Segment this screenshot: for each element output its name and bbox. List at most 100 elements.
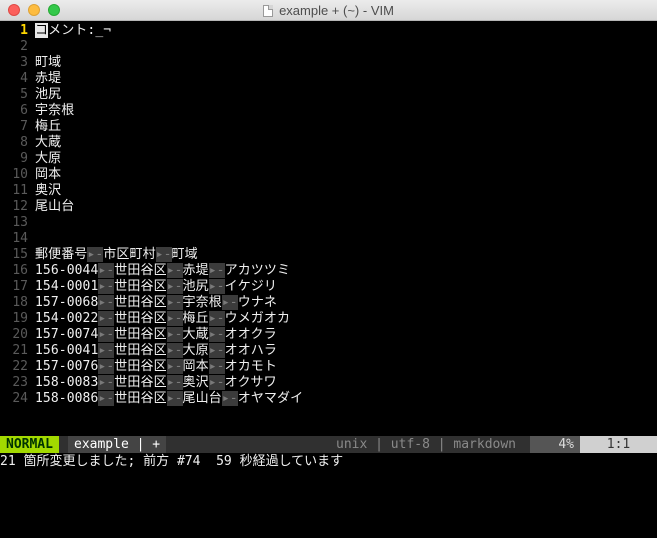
command-message-line[interactable]: 21 箇所変更しました; 前方 #74 59 秒経過しています	[0, 453, 657, 470]
table-cell: 157-0068	[35, 295, 99, 310]
table-cell: 157-0076	[35, 359, 99, 374]
buffer-line[interactable]: 8 大蔵	[0, 135, 61, 151]
buffer-line[interactable]: 5 池尻	[0, 87, 61, 103]
buffer-line[interactable]: 2	[0, 39, 28, 55]
line-text: 郵便番号▸-市区町村▸-町域	[35, 247, 198, 263]
tab-marker: ▸-	[208, 359, 225, 374]
line-number: 3	[20, 55, 28, 70]
table-cell: 尾山台	[182, 391, 222, 406]
line-number: 2	[20, 39, 28, 54]
line-text: 岡本	[35, 167, 62, 182]
tab-marker: ▸-	[166, 327, 183, 342]
table-cell: 世田谷区	[114, 375, 167, 390]
line-number: 17	[12, 279, 28, 294]
table-cell: 大蔵	[182, 327, 209, 342]
line-number: 15	[12, 247, 28, 262]
buffer-line[interactable]: 14	[0, 231, 28, 247]
buffer-line[interactable]: 11 奥沢	[0, 183, 61, 199]
line-number: 23	[12, 375, 28, 390]
tab-marker: ▸-	[98, 343, 115, 358]
tab-marker: ▸-	[98, 375, 115, 390]
table-cell: 市区町村	[103, 247, 156, 262]
table-cell: 世田谷区	[114, 327, 167, 342]
table-cell: 赤堤	[182, 263, 209, 278]
tab-marker: ▸-	[98, 391, 115, 406]
cursor-position: 1:1	[580, 436, 657, 453]
buffer-line[interactable]: 21 156-0041▸-世田谷区▸-大原▸-オオハラ	[0, 343, 277, 359]
buffer-line[interactable]: 19 154-0022▸-世田谷区▸-梅丘▸-ウメガオカ	[0, 311, 290, 327]
tab-marker: ▸-	[166, 343, 183, 358]
tab-marker: ▸-	[208, 263, 225, 278]
buffer-line[interactable]: 13	[0, 215, 28, 231]
table-cell: 世田谷区	[114, 311, 167, 326]
line-number: 14	[12, 231, 28, 246]
buffer-line[interactable]: 1 コメント:_¬	[0, 23, 111, 39]
tab-marker: ▸-	[98, 359, 115, 374]
table-cell: 156-0044	[35, 263, 99, 278]
scroll-percent: 4%	[530, 436, 580, 453]
table-cell: 世田谷区	[114, 391, 167, 406]
line-text: 156-0041▸-世田谷区▸-大原▸-オオハラ	[35, 343, 277, 359]
text-cursor: コ	[35, 23, 49, 38]
buffer-line[interactable]: 22 157-0076▸-世田谷区▸-岡本▸-オカモト	[0, 359, 277, 375]
line-number: 8	[20, 135, 28, 150]
table-cell: オカモト	[224, 359, 278, 374]
tab-marker: ▸-	[208, 343, 225, 358]
buffer-line[interactable]: 3 町域	[0, 55, 61, 71]
buffer-line[interactable]: 15 郵便番号▸-市区町村▸-町域	[0, 247, 198, 263]
tab-marker: ▸-	[208, 327, 225, 342]
buffer-line[interactable]: 20 157-0074▸-世田谷区▸-大蔵▸-オオクラ	[0, 327, 277, 343]
line-text: 梅丘	[35, 119, 62, 134]
line-number: 11	[12, 183, 28, 198]
tab-marker: ▸-	[166, 391, 183, 406]
tab-marker: ▸-	[221, 391, 238, 406]
tab-marker: ▸-	[166, 311, 183, 326]
buffer-line[interactable]: 6 宇奈根	[0, 103, 74, 119]
tab-marker: ▸-	[221, 295, 238, 310]
table-cell: ウメガオカ	[224, 311, 291, 326]
table-cell: 世田谷区	[114, 343, 167, 358]
status-line: NORMAL example | + unix | utf-8 | markdo…	[0, 436, 657, 453]
line-number: 9	[20, 151, 28, 166]
buffer-line[interactable]: 16 156-0044▸-世田谷区▸-赤堤▸-アカツツミ	[0, 263, 290, 279]
line-text: 奥沢	[35, 183, 62, 198]
line-number: 12	[12, 199, 28, 214]
table-cell: イケジリ	[224, 279, 278, 294]
table-cell: 岡本	[182, 359, 209, 374]
table-cell: 町域	[171, 247, 198, 262]
table-cell: 157-0074	[35, 327, 99, 342]
buffer-line[interactable]: 12 尾山台	[0, 199, 74, 215]
tab-marker: ▸-	[87, 247, 104, 262]
line-number: 21	[12, 343, 28, 358]
tab-marker: ▸-	[98, 311, 115, 326]
tab-marker: ▸-	[98, 327, 115, 342]
table-cell: 158-0086	[35, 391, 99, 406]
line-text: 赤堤	[35, 71, 62, 86]
buffer-line[interactable]: 18 157-0068▸-世田谷区▸-宇奈根▸-ウナネ	[0, 295, 277, 311]
line-number: 13	[12, 215, 28, 230]
window-title: example + (~) - VIM	[279, 3, 394, 18]
line-text: 大原	[35, 151, 62, 166]
buffer-line[interactable]: 9 大原	[0, 151, 61, 167]
buffer-line[interactable]: 23 158-0083▸-世田谷区▸-奥沢▸-オクサワ	[0, 375, 277, 391]
buffer-line[interactable]: 17 154-0001▸-世田谷区▸-池尻▸-イケジリ	[0, 279, 277, 295]
tab-marker: ▸-	[166, 263, 183, 278]
table-cell: オオハラ	[224, 343, 278, 358]
tab-marker: ▸-	[166, 375, 183, 390]
table-cell: オクサワ	[224, 375, 277, 390]
line-number: 22	[12, 359, 28, 374]
buffer-line[interactable]: 4 赤堤	[0, 71, 61, 87]
table-cell: アカツツミ	[224, 263, 291, 278]
table-cell: 世田谷区	[114, 295, 167, 310]
line-number: 4	[20, 71, 28, 86]
line-text: 158-0086▸-世田谷区▸-尾山台▸-オヤマダイ	[35, 391, 303, 407]
table-cell: 世田谷区	[114, 279, 167, 294]
line-number: 18	[12, 295, 28, 310]
title-bar: example + (~) - VIM	[0, 0, 657, 21]
tab-marker: ▸-	[98, 279, 115, 294]
buffer-line[interactable]: 7 梅丘	[0, 119, 61, 135]
tab-marker: ▸-	[166, 295, 183, 310]
buffer-line[interactable]: 24 158-0086▸-世田谷区▸-尾山台▸-オヤマダイ	[0, 391, 303, 407]
editor-buffer[interactable]: 1 コメント:_¬ 2 3 町域 4 赤堤 5 池尻 6 宇奈根 7 梅丘 8 大蔵 9 大原 10 岡本 11 奥沢 1…	[0, 21, 657, 436]
buffer-line[interactable]: 10 岡本	[0, 167, 61, 183]
